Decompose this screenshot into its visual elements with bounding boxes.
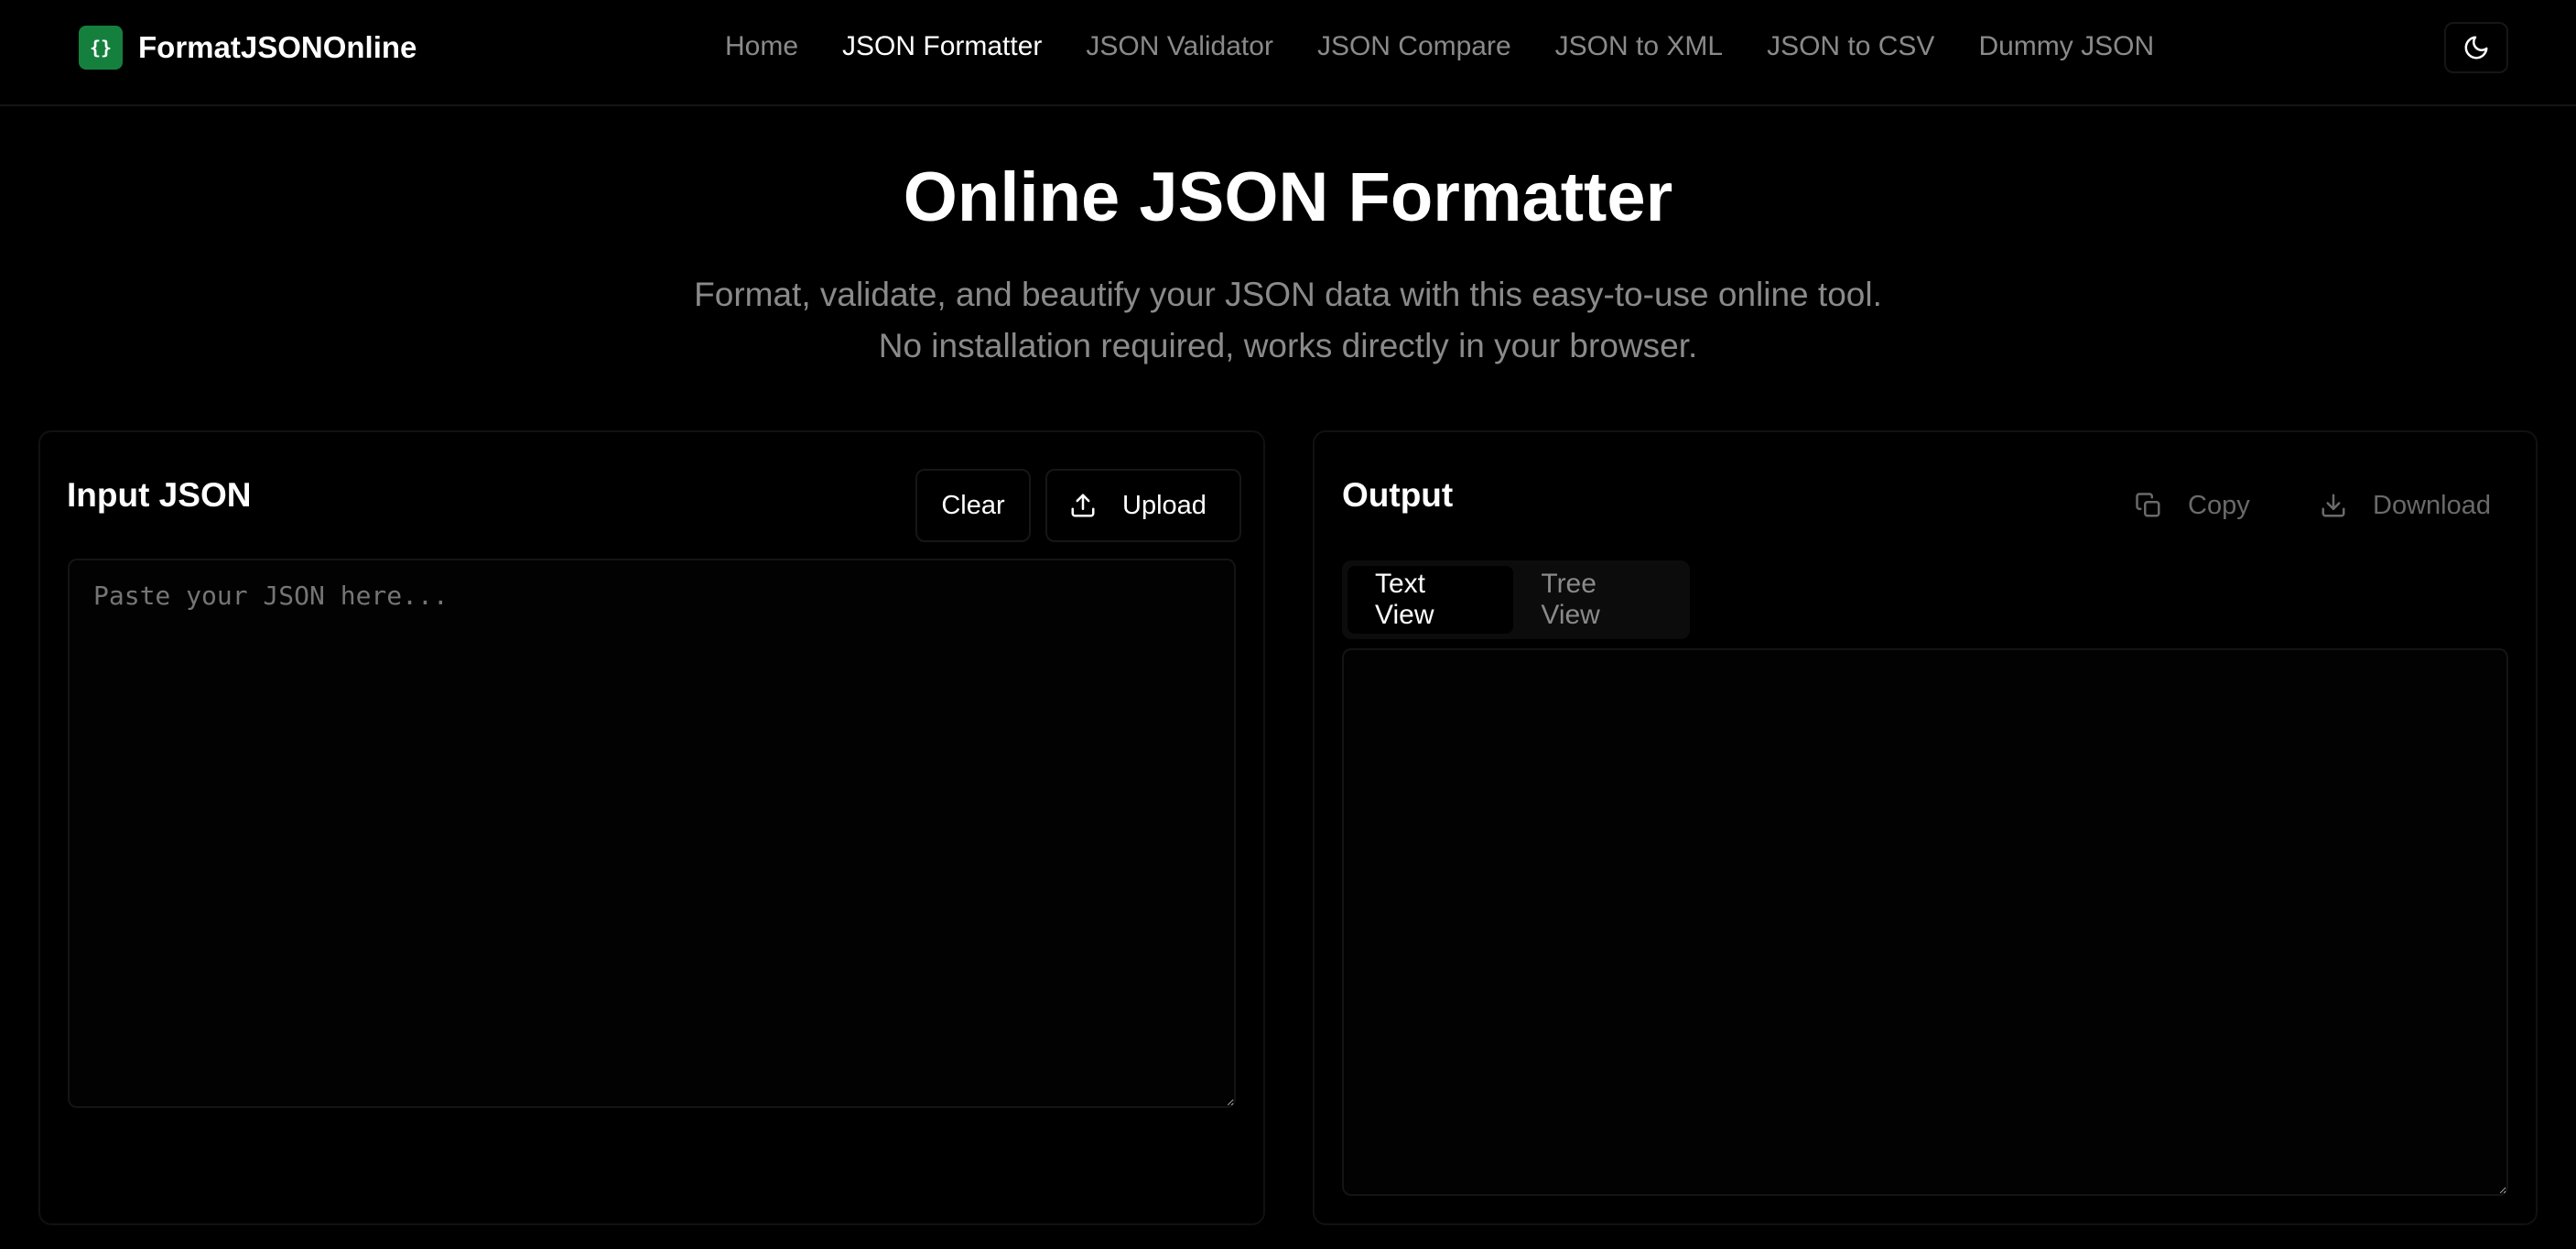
brand-name: FormatJSONOnline — [138, 30, 417, 64]
copy-button-label: Copy — [2188, 490, 2250, 520]
nav-item-home[interactable]: Home — [725, 31, 798, 62]
output-panel-title: Output — [1342, 476, 1454, 514]
nav-item-json-to-csv[interactable]: JSON to CSV — [1767, 31, 1934, 62]
main-nav: Home JSON Formatter JSON Validator JSON … — [725, 0, 2198, 93]
download-icon — [2322, 494, 2345, 517]
copy-icon — [2136, 493, 2160, 517]
upload-button[interactable]: Upload — [1045, 469, 1241, 542]
upload-button-label: Upload — [1122, 490, 1207, 520]
brand[interactable]: {} FormatJSONOnline — [79, 26, 417, 70]
theme-toggle-button[interactable] — [2444, 22, 2508, 73]
moon-icon — [2464, 36, 2488, 60]
output-view-tabs: Text View Tree View — [1342, 560, 1690, 639]
tab-tree-view[interactable]: Tree View — [1513, 566, 1684, 634]
nav-item-json-validator[interactable]: JSON Validator — [1086, 31, 1273, 62]
nav-item-dummy-json[interactable]: Dummy JSON — [1978, 31, 2154, 62]
nav-item-json-to-xml[interactable]: JSON to XML — [1555, 31, 1723, 62]
page-subtitle: Format, validate, and beautify your JSON… — [694, 276, 1882, 364]
clear-button[interactable]: Clear — [915, 469, 1031, 542]
output-panel: Output Copy Download Text View Tree View — [1313, 430, 2538, 1225]
input-panel: Input JSON Clear Upload — [38, 430, 1265, 1225]
nav-item-json-formatter[interactable]: JSON Formatter — [842, 31, 1042, 62]
top-navigation-bar: {} FormatJSONOnline Home JSON Formatter … — [0, 0, 2576, 106]
upload-icon — [1071, 494, 1095, 517]
json-output-textarea[interactable] — [1342, 648, 2508, 1196]
input-panel-title: Input JSON — [67, 476, 252, 514]
tab-text-view[interactable]: Text View — [1348, 566, 1514, 634]
json-input-textarea[interactable] — [68, 559, 1236, 1108]
page-title: Online JSON Formatter — [903, 158, 1673, 236]
logo-icon: {} — [79, 26, 123, 70]
copy-button[interactable]: Copy — [2111, 469, 2265, 542]
download-button-label: Download — [2373, 490, 2491, 520]
download-button[interactable]: Download — [2296, 469, 2506, 542]
nav-item-json-compare[interactable]: JSON Compare — [1317, 31, 1511, 62]
